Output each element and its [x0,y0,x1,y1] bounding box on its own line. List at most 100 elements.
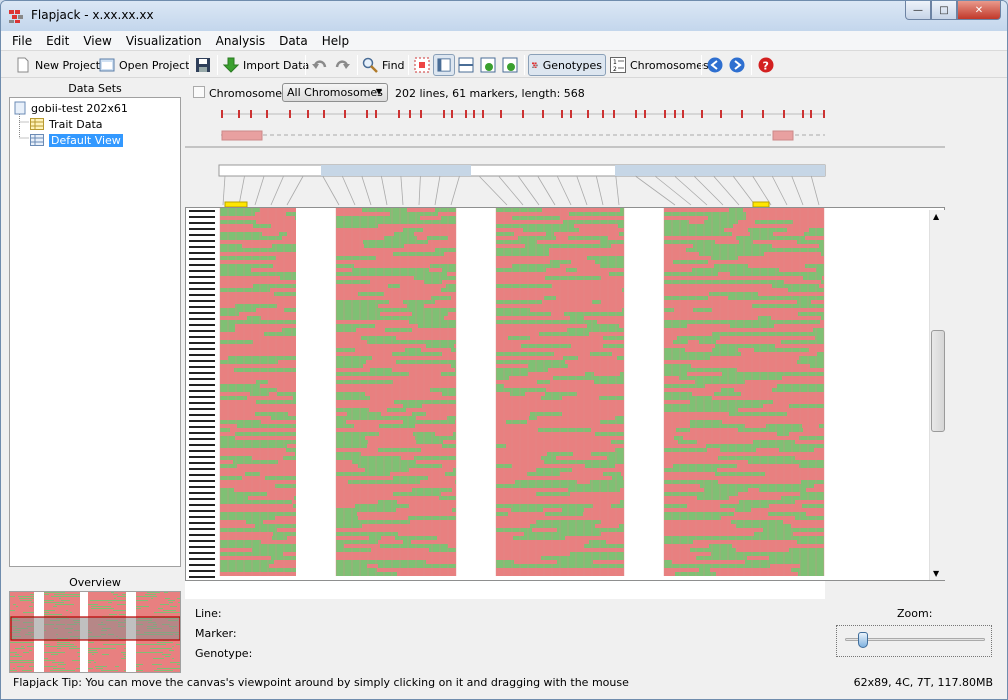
genotype-cell-run [738,428,755,432]
genotype-cell-run [291,272,296,276]
genotype-cell-run [712,488,748,492]
genotype-cell-run [435,208,456,212]
genotype-cell-run [389,240,398,244]
genotype-cell-run [396,360,448,364]
genotype-cell-run [610,220,624,224]
genotype-cell-run [675,572,691,576]
forward-button[interactable] [729,54,745,76]
genotype-cell-run [611,440,624,444]
refresh-lines-button[interactable] [480,54,496,76]
genotype-cell-run [664,372,687,376]
overview-panel: Overview [9,573,181,673]
overview-cell-run [63,594,74,595]
toggle-side-panel-button[interactable] [433,54,455,76]
minimize-button[interactable]: — [905,1,931,20]
line-name-label [189,438,215,440]
menu-help[interactable]: Help [311,31,352,48]
tree-item-default-view[interactable]: Default View [30,132,123,148]
genotype-cell-run [664,560,672,564]
new-project-button[interactable]: New Project [15,54,100,76]
overview-cell-run [117,604,119,605]
overview-cell-run [113,594,118,595]
redo-button[interactable] [334,54,350,76]
tree-item-trait-data[interactable]: Trait Data [30,116,103,132]
menu-edit[interactable]: Edit [35,31,72,48]
menu-visualization[interactable]: Visualization [115,31,205,48]
genotype-cell-run [595,432,612,436]
genotype-cell-run [800,564,824,568]
genotype-canvas[interactable] [186,208,929,580]
chromosome-map[interactable] [185,105,945,207]
genotype-cell-run [220,444,250,448]
line-name-label [189,516,215,518]
genotype-cell-run [274,292,296,296]
overview-cell-run [122,594,126,595]
overview-cell-run [50,670,62,671]
scroll-up-icon[interactable]: ▲ [933,212,939,221]
genotype-cell-run [336,512,357,516]
chromosome-select[interactable]: All Chromosomes ▼ [282,83,388,102]
genotype-cell-run [381,560,426,564]
chromosomes-tab-button[interactable]: 12 Chromosomes [610,54,709,76]
toolbar-separator [701,55,702,75]
zoom-slider-thumb[interactable] [858,632,868,648]
genotype-cell-run [720,404,763,408]
toggle-bottom-panel-button[interactable] [458,54,474,76]
select-lines-button[interactable] [414,54,430,76]
menu-data[interactable]: Data [268,31,311,48]
refresh-markers-button[interactable] [502,54,518,76]
genotype-cell-run [220,512,264,516]
overview-cell-run [27,646,33,647]
close-button[interactable]: ✕ [957,1,1001,20]
genotype-cell-run [430,388,456,392]
scrollbar-thumb[interactable] [931,330,945,432]
find-button[interactable]: Find [362,54,405,76]
save-button[interactable] [195,54,211,76]
genotype-cell-run [809,228,824,232]
chromosome-lock-checkbox[interactable] [193,86,205,98]
overview-cell-run [164,592,168,593]
genotype-cell-run [527,472,560,476]
genotype-cell-run [496,320,505,324]
data-sets-tree[interactable]: gobii-test 202x61 Trait Data Default Vie… [9,97,181,567]
zoom-control [836,625,992,657]
overview-cell-run [10,642,16,643]
menu-file[interactable]: File [1,31,35,48]
genotype-cell-run [585,372,594,376]
genotype-cell-run [496,444,506,448]
genotype-cell-run [600,264,624,268]
genotype-cell-run [802,504,824,508]
genotype-cell-run [405,348,421,352]
import-data-button[interactable]: Import Data [223,54,309,76]
overview-cell-run [57,642,70,643]
genotype-cell-run [715,424,745,428]
overview-cell-run [154,670,166,671]
maximize-button[interactable]: □ [931,1,957,20]
open-project-button[interactable]: Open Project [99,54,190,76]
menu-view[interactable]: View [72,31,114,48]
vertical-scrollbar[interactable]: ▲ ▼ [929,210,945,580]
menu-analysis[interactable]: Analysis [205,31,268,48]
overview-cell-run [24,598,34,599]
title-bar[interactable]: Flapjack - x.xx.xx.xx — □ ✕ [1,1,1007,31]
help-button[interactable]: ? [758,54,774,76]
genotype-cell-run [220,208,260,212]
data-sets-panel: Data Sets gobii-test 202x61 Trait Data D… [9,79,181,567]
genotype-cell-run [348,480,396,484]
genotype-cell-run [778,444,789,448]
overview-cell-run [88,648,100,649]
genotype-cell-run [595,260,624,264]
undo-button[interactable] [312,54,328,76]
genotype-cell-run [748,460,798,464]
overview-canvas[interactable] [9,591,181,673]
overview-cell-run [54,594,61,595]
genotypes-tab-button[interactable]: Genotypes [528,54,606,76]
scroll-down-icon[interactable]: ▼ [933,569,939,578]
overview-cell-run [146,644,155,645]
horizontal-scroll-area[interactable] [185,581,825,599]
genotype-cell-run [336,456,388,460]
back-button[interactable] [707,54,723,76]
genotype-cell-run [664,240,715,244]
view-table-icon [30,134,44,146]
genotype-cell-run [800,492,824,496]
